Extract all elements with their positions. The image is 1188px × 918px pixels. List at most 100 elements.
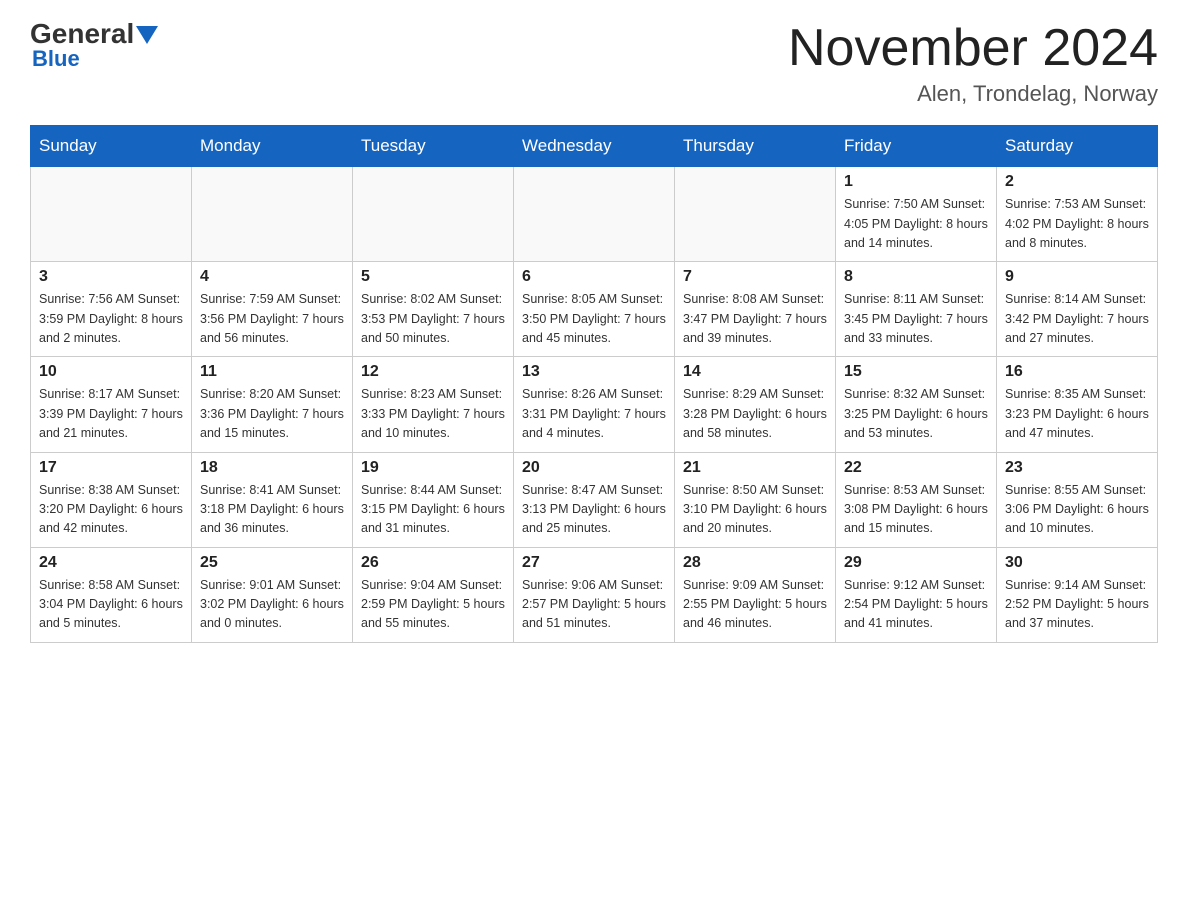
calendar-cell: 20 Sunrise: 8:47 AM Sunset: 3:13 PM Dayli… [514, 452, 675, 547]
day-info: Sunrise: 8:05 AM Sunset: 3:50 PM Dayligh… [522, 290, 666, 348]
day-number: 2 [1005, 173, 1149, 191]
day-number: 12 [361, 363, 505, 381]
month-title: November 2024 [788, 20, 1158, 77]
week-row-1: 1 Sunrise: 7:50 AM Sunset: 4:05 PM Daylig… [31, 167, 1158, 262]
day-number: 29 [844, 554, 988, 572]
day-info: Sunrise: 8:47 AM Sunset: 3:13 PM Dayligh… [522, 481, 666, 539]
day-info: Sunrise: 9:01 AM Sunset: 3:02 PM Dayligh… [200, 576, 344, 634]
day-number: 11 [200, 363, 344, 381]
calendar-cell: 15 Sunrise: 8:32 AM Sunset: 3:25 PM Dayli… [836, 357, 997, 452]
day-number: 27 [522, 554, 666, 572]
day-number: 3 [39, 268, 183, 286]
day-info: Sunrise: 8:29 AM Sunset: 3:28 PM Dayligh… [683, 385, 827, 443]
week-row-4: 17 Sunrise: 8:38 AM Sunset: 3:20 PM Dayli… [31, 452, 1158, 547]
weekday-header-friday: Friday [836, 126, 997, 167]
day-number: 10 [39, 363, 183, 381]
week-row-5: 24 Sunrise: 8:58 AM Sunset: 3:04 PM Dayli… [31, 547, 1158, 642]
day-info: Sunrise: 9:09 AM Sunset: 2:55 PM Dayligh… [683, 576, 827, 634]
calendar-cell: 11Sunrise: 8:20 AM Sunset: 3:36 PM Dayli… [192, 357, 353, 452]
calendar-cell: 29 Sunrise: 9:12 AM Sunset: 2:54 PM Dayli… [836, 547, 997, 642]
day-number: 21 [683, 459, 827, 477]
day-info: Sunrise: 8:08 AM Sunset: 3:47 PM Dayligh… [683, 290, 827, 348]
day-info: Sunrise: 8:38 AM Sunset: 3:20 PM Dayligh… [39, 481, 183, 539]
day-number: 1 [844, 173, 988, 191]
calendar: SundayMondayTuesdayWednesdayThursdayFrid… [30, 125, 1158, 643]
day-info: Sunrise: 8:58 AM Sunset: 3:04 PM Dayligh… [39, 576, 183, 634]
weekday-header-row: SundayMondayTuesdayWednesdayThursdayFrid… [31, 126, 1158, 167]
day-number: 28 [683, 554, 827, 572]
day-info: Sunrise: 9:06 AM Sunset: 2:57 PM Dayligh… [522, 576, 666, 634]
day-info: Sunrise: 8:02 AM Sunset: 3:53 PM Dayligh… [361, 290, 505, 348]
day-info: Sunrise: 7:56 AM Sunset: 3:59 PM Dayligh… [39, 290, 183, 348]
day-number: 16 [1005, 363, 1149, 381]
day-number: 8 [844, 268, 988, 286]
weekday-header-sunday: Sunday [31, 126, 192, 167]
day-info: Sunrise: 7:50 AM Sunset: 4:05 PM Dayligh… [844, 195, 988, 253]
day-number: 5 [361, 268, 505, 286]
day-number: 15 [844, 363, 988, 381]
calendar-cell: 25 Sunrise: 9:01 AM Sunset: 3:02 PM Dayli… [192, 547, 353, 642]
calendar-cell: 19 Sunrise: 8:44 AM Sunset: 3:15 PM Dayli… [353, 452, 514, 547]
day-info: Sunrise: 8:11 AM Sunset: 3:45 PM Dayligh… [844, 290, 988, 348]
day-number: 6 [522, 268, 666, 286]
logo: General Blue [30, 20, 158, 72]
day-info: Sunrise: 8:23 AM Sunset: 3:33 PM Dayligh… [361, 385, 505, 443]
calendar-cell: 5 Sunrise: 8:02 AM Sunset: 3:53 PM Daylig… [353, 262, 514, 357]
calendar-cell: 16 Sunrise: 8:35 AM Sunset: 3:23 PM Dayli… [997, 357, 1158, 452]
calendar-cell [514, 167, 675, 262]
day-number: 18 [200, 459, 344, 477]
calendar-cell: 6 Sunrise: 8:05 AM Sunset: 3:50 PM Daylig… [514, 262, 675, 357]
day-number: 7 [683, 268, 827, 286]
day-info: Sunrise: 8:55 AM Sunset: 3:06 PM Dayligh… [1005, 481, 1149, 539]
day-number: 23 [1005, 459, 1149, 477]
calendar-cell [353, 167, 514, 262]
calendar-cell: 12 Sunrise: 8:23 AM Sunset: 3:33 PM Dayli… [353, 357, 514, 452]
calendar-cell: 3 Sunrise: 7:56 AM Sunset: 3:59 PM Daylig… [31, 262, 192, 357]
day-info: Sunrise: 7:59 AM Sunset: 3:56 PM Dayligh… [200, 290, 344, 348]
week-row-2: 3 Sunrise: 7:56 AM Sunset: 3:59 PM Daylig… [31, 262, 1158, 357]
title-area: November 2024 Alen, Trondelag, Norway [788, 20, 1158, 107]
day-info: Sunrise: 8:17 AM Sunset: 3:39 PM Dayligh… [39, 385, 183, 443]
weekday-header-tuesday: Tuesday [353, 126, 514, 167]
day-info: Sunrise: 8:41 AM Sunset: 3:18 PM Dayligh… [200, 481, 344, 539]
calendar-cell: 24 Sunrise: 8:58 AM Sunset: 3:04 PM Dayli… [31, 547, 192, 642]
logo-triangle-icon [136, 26, 158, 44]
day-number: 30 [1005, 554, 1149, 572]
day-number: 25 [200, 554, 344, 572]
day-info: Sunrise: 9:04 AM Sunset: 2:59 PM Dayligh… [361, 576, 505, 634]
calendar-cell: 21 Sunrise: 8:50 AM Sunset: 3:10 PM Dayli… [675, 452, 836, 547]
day-info: Sunrise: 9:12 AM Sunset: 2:54 PM Dayligh… [844, 576, 988, 634]
calendar-cell: 7 Sunrise: 8:08 AM Sunset: 3:47 PM Daylig… [675, 262, 836, 357]
day-info: Sunrise: 8:26 AM Sunset: 3:31 PM Dayligh… [522, 385, 666, 443]
day-number: 24 [39, 554, 183, 572]
calendar-cell: 13 Sunrise: 8:26 AM Sunset: 3:31 PM Dayli… [514, 357, 675, 452]
calendar-cell: 9Sunrise: 8:14 AM Sunset: 3:42 PM Daylig… [997, 262, 1158, 357]
day-info: Sunrise: 8:44 AM Sunset: 3:15 PM Dayligh… [361, 481, 505, 539]
day-number: 17 [39, 459, 183, 477]
day-info: Sunrise: 8:50 AM Sunset: 3:10 PM Dayligh… [683, 481, 827, 539]
day-number: 19 [361, 459, 505, 477]
calendar-cell: 23 Sunrise: 8:55 AM Sunset: 3:06 PM Dayli… [997, 452, 1158, 547]
day-number: 9 [1005, 268, 1149, 286]
header: General Blue November 2024 Alen, Trondel… [30, 20, 1158, 107]
calendar-cell: 4Sunrise: 7:59 AM Sunset: 3:56 PM Daylig… [192, 262, 353, 357]
calendar-cell: 17 Sunrise: 8:38 AM Sunset: 3:20 PM Dayli… [31, 452, 192, 547]
calendar-cell [31, 167, 192, 262]
weekday-header-saturday: Saturday [997, 126, 1158, 167]
calendar-cell: 10 Sunrise: 8:17 AM Sunset: 3:39 PM Dayli… [31, 357, 192, 452]
day-info: Sunrise: 8:32 AM Sunset: 3:25 PM Dayligh… [844, 385, 988, 443]
day-number: 20 [522, 459, 666, 477]
calendar-cell: 18 Sunrise: 8:41 AM Sunset: 3:18 PM Dayli… [192, 452, 353, 547]
day-number: 13 [522, 363, 666, 381]
day-info: Sunrise: 8:35 AM Sunset: 3:23 PM Dayligh… [1005, 385, 1149, 443]
location-title: Alen, Trondelag, Norway [788, 81, 1158, 107]
calendar-cell [192, 167, 353, 262]
logo-text-blue: Blue [32, 46, 80, 72]
calendar-cell: 26 Sunrise: 9:04 AM Sunset: 2:59 PM Dayli… [353, 547, 514, 642]
day-info: Sunrise: 7:53 AM Sunset: 4:02 PM Dayligh… [1005, 195, 1149, 253]
weekday-header-thursday: Thursday [675, 126, 836, 167]
week-row-3: 10 Sunrise: 8:17 AM Sunset: 3:39 PM Dayli… [31, 357, 1158, 452]
day-number: 22 [844, 459, 988, 477]
day-number: 26 [361, 554, 505, 572]
day-info: Sunrise: 9:14 AM Sunset: 2:52 PM Dayligh… [1005, 576, 1149, 634]
